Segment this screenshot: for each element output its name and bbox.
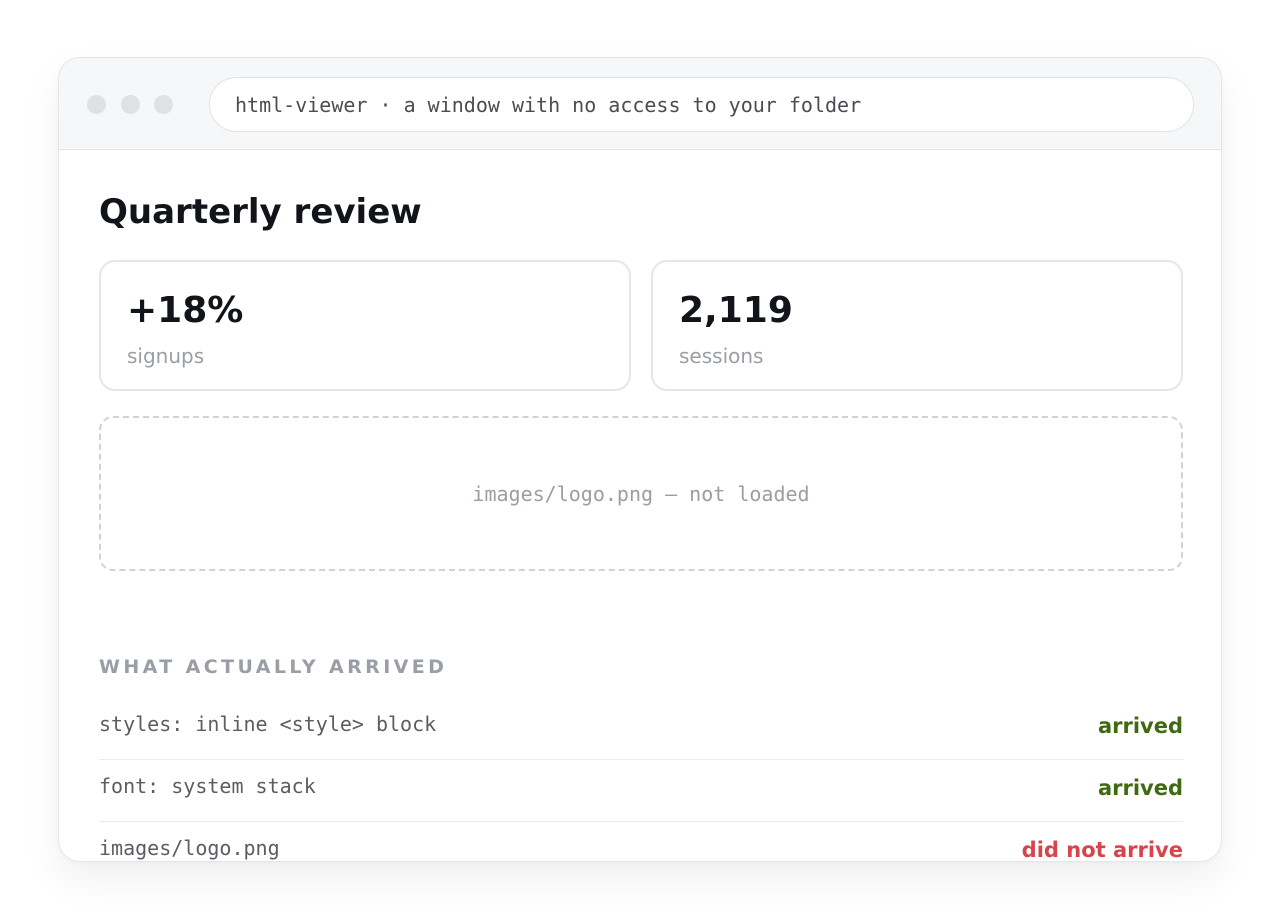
address-bar[interactable]: html-viewer · a window with no access to… (209, 77, 1194, 132)
list-item-label: styles: inline <style> block (99, 712, 437, 736)
status-badge: arrived (1097, 776, 1183, 800)
stat-label: sessions (679, 344, 764, 368)
window-minimize-dot-icon[interactable] (121, 95, 140, 114)
stat-value: 2,119 (679, 290, 793, 331)
list-item: font: system stack arrived (99, 760, 1183, 822)
list-item-label: font: system stack (99, 774, 316, 798)
status-badge: arrived (1097, 714, 1183, 738)
list-item: images/logo.png did not arrive (99, 822, 1183, 862)
window-close-dot-icon[interactable] (87, 95, 106, 114)
stat-value: +18% (127, 290, 244, 331)
arrivals-heading: WHAT ACTUALLY ARRIVED (99, 656, 448, 678)
image-placeholder-text: images/logo.png — not loaded (472, 481, 810, 506)
list-item-label: images/logo.png (99, 836, 280, 860)
window-maximize-dot-icon[interactable] (154, 95, 173, 114)
browser-window: html-viewer · a window with no access to… (58, 57, 1222, 862)
stat-card-sessions: 2,119 sessions (651, 260, 1183, 391)
logo-image-placeholder: images/logo.png — not loaded (99, 416, 1183, 571)
window-titlebar: html-viewer · a window with no access to… (59, 58, 1221, 150)
stat-label: signups (127, 344, 205, 368)
address-text: html-viewer · a window with no access to… (235, 92, 862, 117)
status-badge: did not arrive (1021, 838, 1183, 862)
stat-card-signups: +18% signups (99, 260, 631, 391)
arrivals-list: styles: inline <style> block arrived fon… (99, 698, 1183, 862)
list-item: styles: inline <style> block arrived (99, 698, 1183, 760)
page-title: Quarterly review (99, 192, 422, 232)
